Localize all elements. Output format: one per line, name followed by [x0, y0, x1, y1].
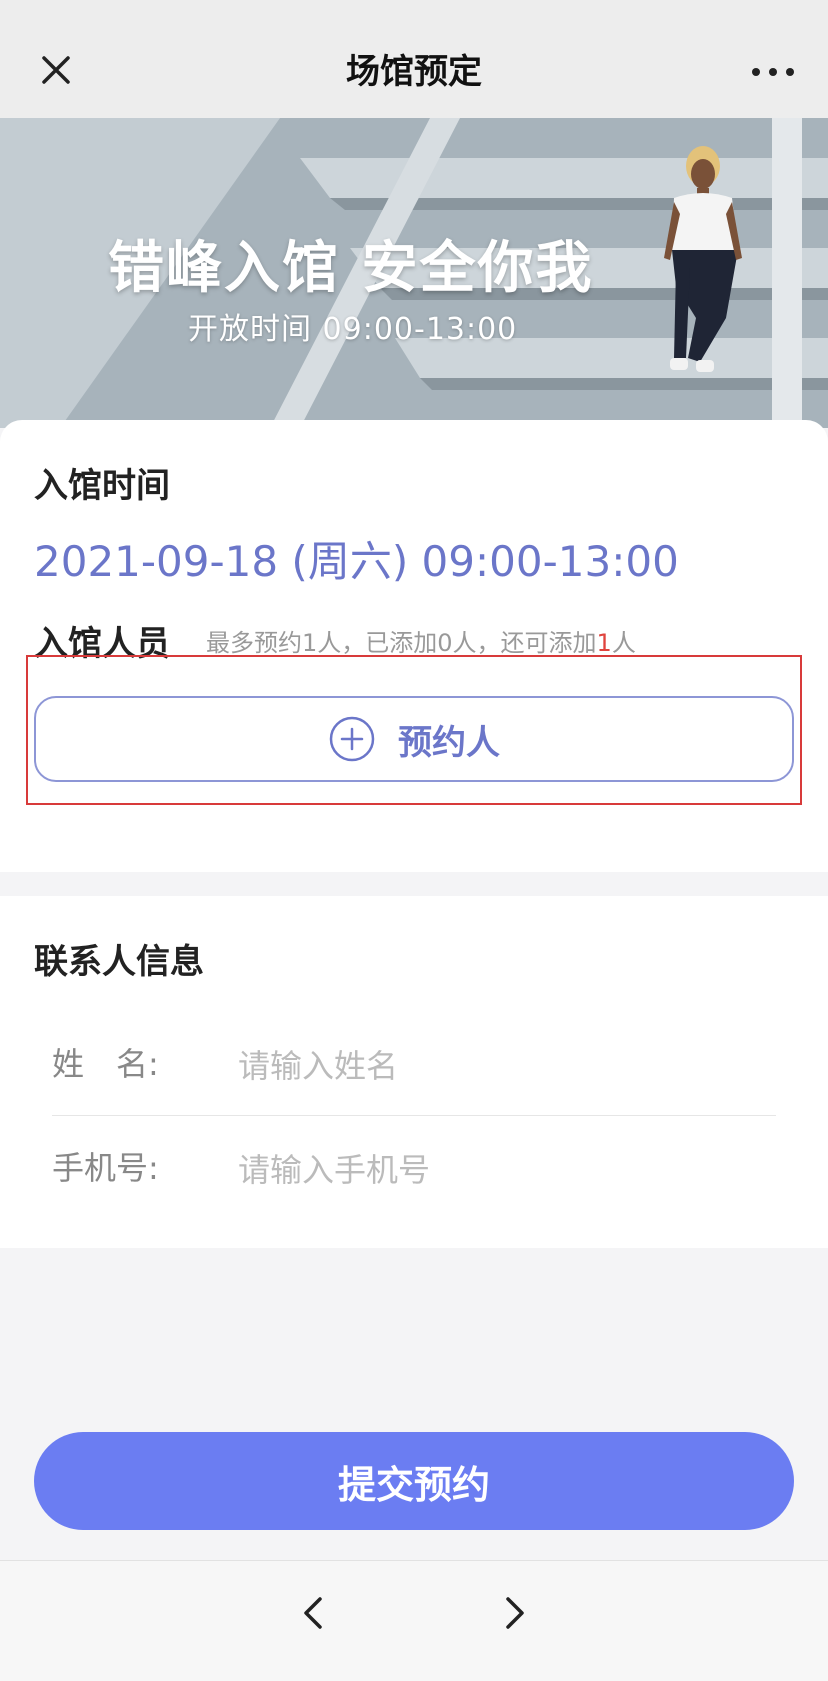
visitors-hint-suffix: 人 — [611, 629, 636, 657]
phone-label: 手机号: — [52, 1149, 159, 1187]
phone-input[interactable] — [238, 1148, 758, 1192]
entry-time-label: 入馆时间 — [34, 466, 170, 506]
add-visitor-label: 预约人 — [398, 722, 500, 763]
bottom-nav-bar — [0, 1560, 828, 1681]
chevron-left-icon[interactable] — [296, 1593, 332, 1633]
more-icon[interactable] — [748, 62, 798, 82]
name-input[interactable] — [238, 1044, 758, 1088]
page-title: 场馆预定 — [346, 52, 482, 92]
top-navbar: 场馆预定 — [0, 0, 828, 118]
phone-row: 手机号: — [52, 1118, 776, 1218]
plus-circle-icon — [329, 716, 375, 762]
contact-section: 联系人信息 姓 名: 手机号: — [0, 896, 828, 1248]
visitors-hint-prefix: 最多预约1人，已添加0人，还可添加 — [206, 629, 597, 657]
submit-booking-button[interactable]: 提交预约 — [34, 1432, 794, 1530]
banner-open-hours: 开放时间 09:00-13:00 — [188, 312, 518, 347]
name-label: 姓 名: — [52, 1045, 159, 1083]
visitors-hint-remaining: 1 — [596, 629, 612, 657]
name-row: 姓 名: — [52, 1014, 776, 1114]
booking-card: 入馆时间 2021-09-18 (周六) 09:00-13:00 入馆人员 最多… — [0, 420, 828, 872]
row-divider — [52, 1115, 776, 1116]
entry-time-value[interactable]: 2021-09-18 (周六) 09:00-13:00 — [34, 528, 679, 589]
contact-section-title: 联系人信息 — [34, 942, 204, 982]
add-visitor-button[interactable]: 预约人 — [34, 696, 794, 782]
visitors-hint: 最多预约1人，已添加0人，还可添加1人 — [206, 623, 636, 658]
promo-banner: 错峰入馆 安全你我 开放时间 09:00-13:00 — [0, 118, 828, 428]
chevron-right-icon[interactable] — [496, 1593, 532, 1633]
banner-headline: 错峰入馆 安全你我 — [108, 236, 594, 301]
